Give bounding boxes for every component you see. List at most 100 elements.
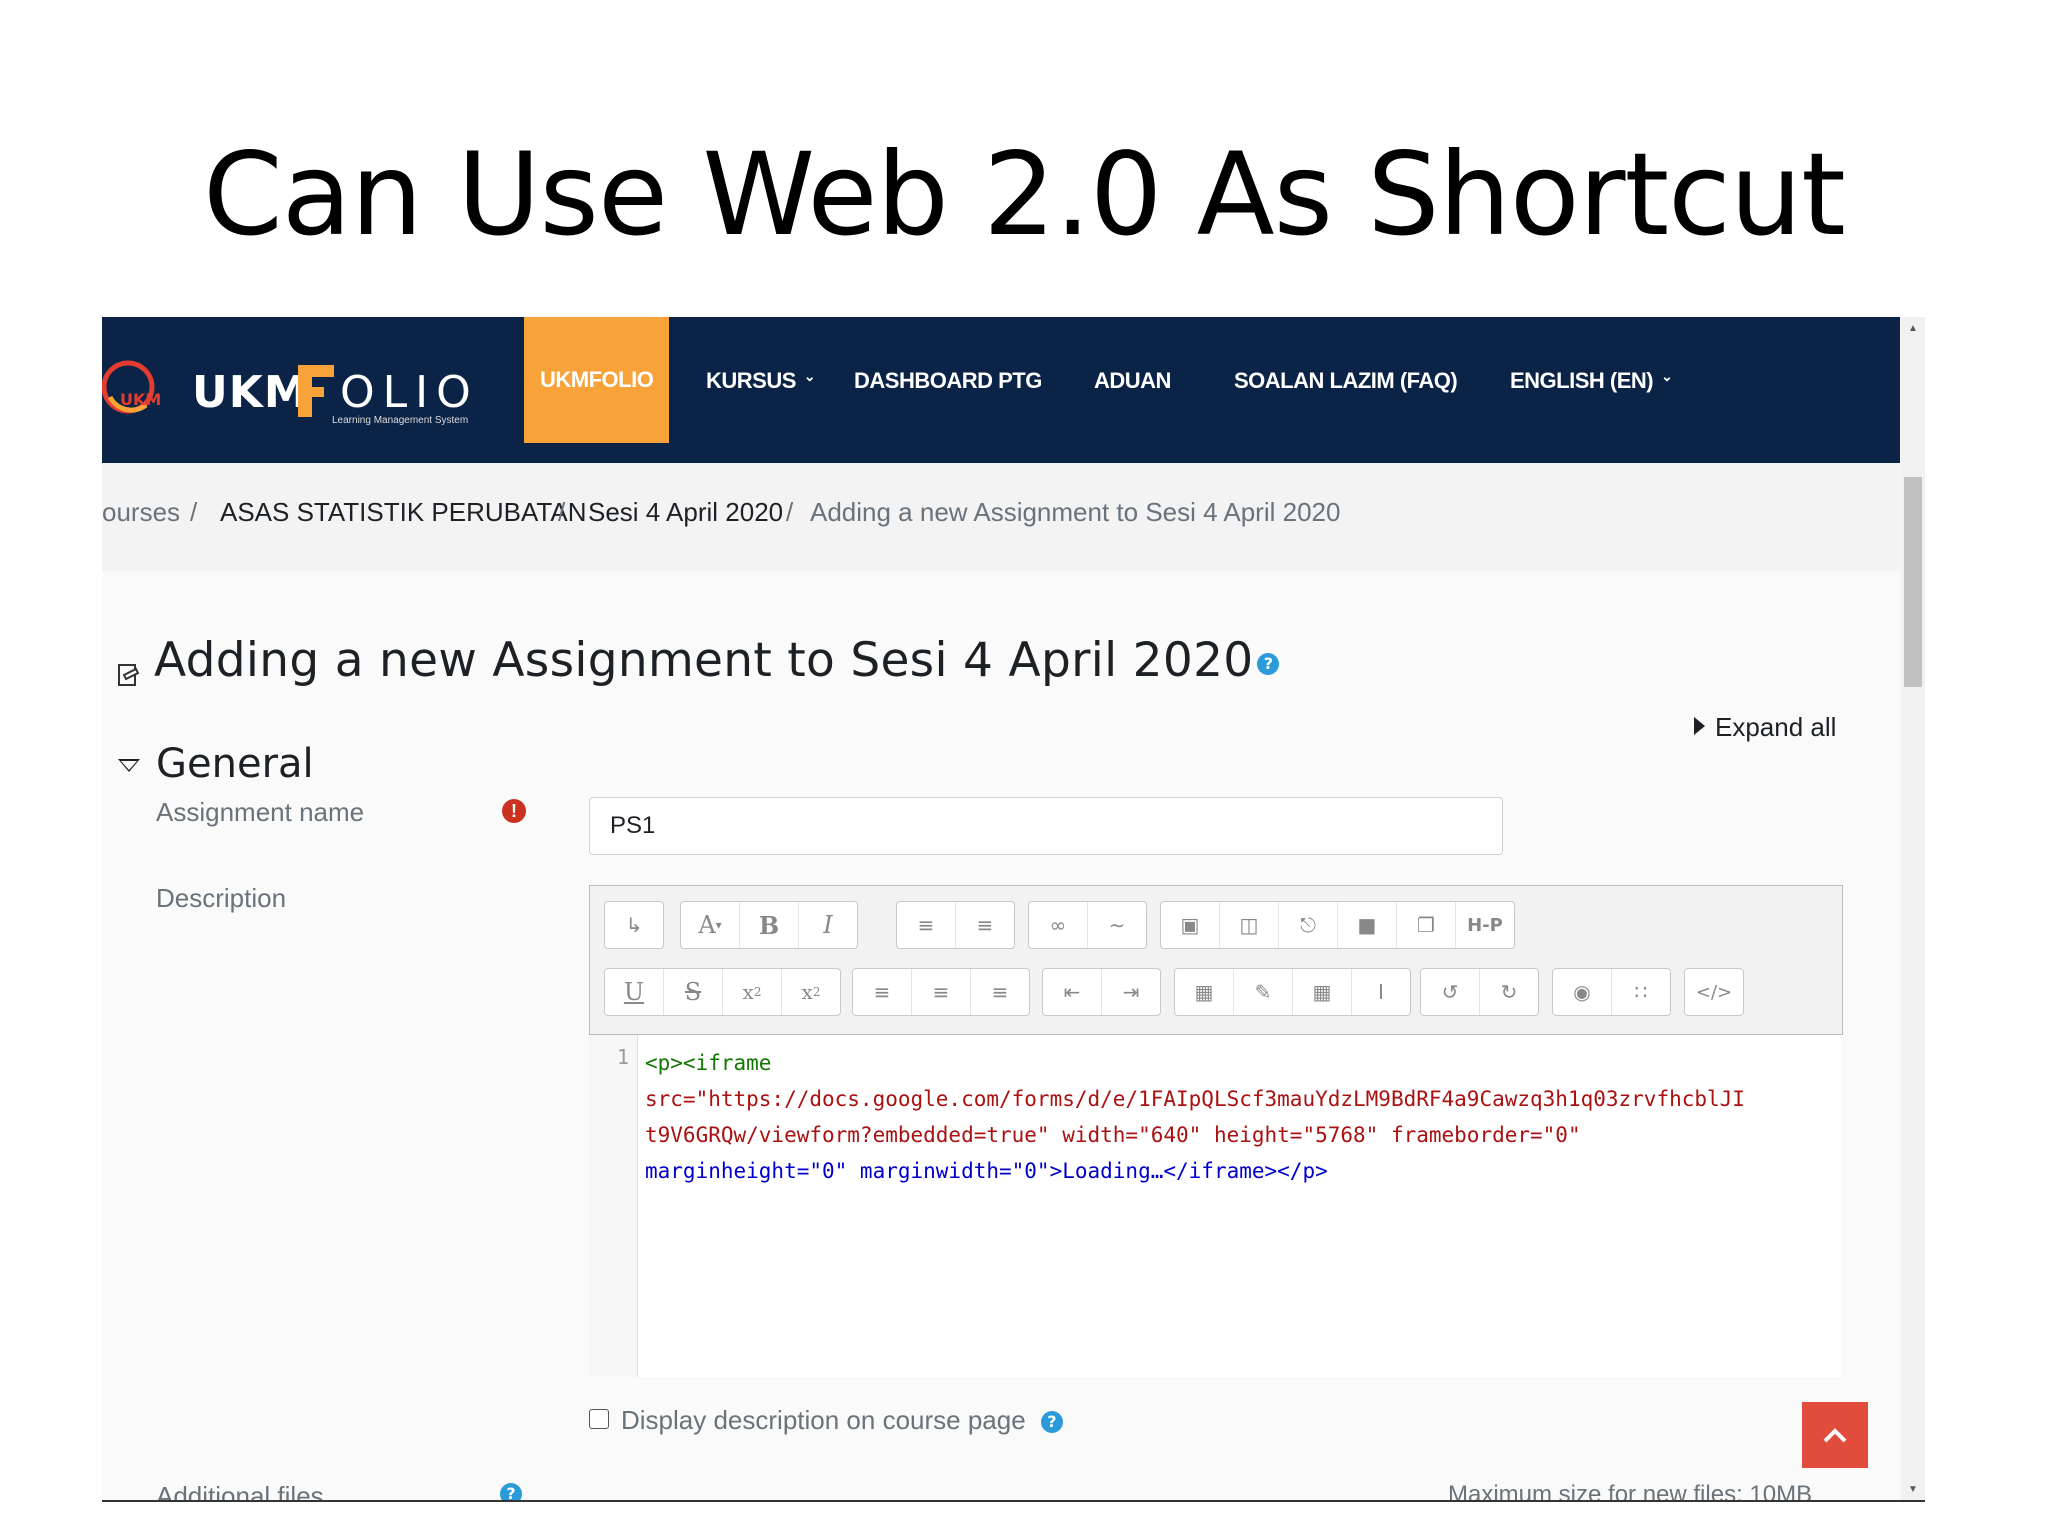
description-editor[interactable]: ↳ A ▾ B I ≡ ≡ ∞ ∼ ▣ ◫ ⎋ ■ ❐ H-P U S x 2 … bbox=[589, 885, 1843, 1377]
nav-dashboard-ptg-label: DASHBOARD PTG bbox=[854, 368, 1042, 393]
assignment-icon bbox=[118, 664, 140, 686]
scroll-thumb[interactable] bbox=[1904, 477, 1922, 687]
code-line: t9V6GRQw/viewform?embedded=true" width="… bbox=[645, 1123, 1581, 1147]
description-label: Description bbox=[156, 883, 287, 913]
breadcrumb-course[interactable]: ASAS STATISTIK PERUBATAN bbox=[220, 497, 586, 528]
code-line: marginheight="0" marginwidth="0">Loading… bbox=[645, 1159, 1328, 1183]
equation-icon[interactable]: ▦ bbox=[1175, 969, 1234, 1015]
image-icon[interactable]: ▣ bbox=[1161, 902, 1220, 948]
breadcrumb-separator: / bbox=[786, 497, 794, 527]
nav-language-label: ENGLISH (EN) bbox=[1510, 368, 1654, 393]
scroll-up-arrow-icon[interactable]: ▲ bbox=[1901, 317, 1925, 341]
assignment-name-input[interactable]: PS1 bbox=[589, 797, 1503, 855]
html-icon[interactable]: </> bbox=[1685, 969, 1743, 1015]
font-style-icon[interactable]: A ▾ bbox=[681, 902, 740, 948]
nav-aduan-label: ADUAN bbox=[1094, 368, 1171, 393]
toolbar-group: ◉ ∷ bbox=[1552, 968, 1671, 1016]
screenreader-icon[interactable]: ∷ bbox=[1612, 969, 1670, 1015]
breadcrumb: ourses / ASAS STATISTIK PERUBATAN / Sesi… bbox=[102, 463, 1900, 571]
page-title-text: Adding a new Assignment to Sesi 4 April … bbox=[154, 633, 1254, 688]
toolbar-group: ↳ bbox=[604, 901, 664, 949]
display-description-label: Display description on course page bbox=[621, 1405, 1026, 1435]
nav-dashboard-ptg[interactable]: DASHBOARD PTG bbox=[854, 317, 1042, 463]
breadcrumb-separator: / bbox=[558, 497, 566, 527]
undo-icon[interactable]: ↺ bbox=[1421, 969, 1480, 1015]
manage-files-icon[interactable]: ❐ bbox=[1397, 902, 1456, 948]
toolbar-group: ▦ ✎ ▦ I bbox=[1174, 968, 1411, 1016]
italic-icon[interactable]: I bbox=[799, 902, 857, 948]
expand-all-link[interactable]: Expand all bbox=[1694, 712, 1836, 743]
record-audio-icon[interactable]: ⎋ bbox=[1279, 902, 1338, 948]
toolbar-group: ⇤ ⇥ bbox=[1042, 968, 1161, 1016]
align-left-icon[interactable]: ≡ bbox=[853, 969, 912, 1015]
unlink-icon[interactable]: ∼ bbox=[1088, 902, 1146, 948]
nav-faq-label: SOALAN LAZIM (FAQ) bbox=[1234, 368, 1458, 393]
nav-ukmfolio-label: UKMFOLIO bbox=[540, 367, 654, 392]
additional-files-label: Additional files bbox=[156, 1481, 324, 1502]
redo-icon[interactable]: ↻ bbox=[1480, 969, 1538, 1015]
superscript-icon[interactable]: x2 bbox=[782, 969, 840, 1015]
toolbar-group: ≡ ≡ ≡ bbox=[852, 968, 1030, 1016]
code-line: src="https://docs.google.com/forms/d/e/1… bbox=[645, 1087, 1745, 1111]
html-code-area[interactable]: 1 <p><iframe src="https://docs.google.com… bbox=[589, 1035, 1841, 1377]
link-icon[interactable]: ∞ bbox=[1029, 902, 1088, 948]
caret-right-icon bbox=[1694, 717, 1705, 736]
toolbar-group: U S x2 x2 bbox=[604, 968, 841, 1016]
toolbar-group: </> bbox=[1684, 968, 1744, 1016]
align-right-icon[interactable]: ≡ bbox=[971, 969, 1029, 1015]
collapse-icon[interactable]: ↳ bbox=[605, 902, 663, 948]
table-icon[interactable]: ▦ bbox=[1293, 969, 1352, 1015]
nav-language[interactable]: ENGLISH (EN) ⌄ bbox=[1510, 317, 1673, 463]
logo-subtitle: Learning Management System bbox=[332, 415, 469, 426]
nav-ukmfolio[interactable]: UKMFOLIO bbox=[524, 317, 670, 443]
toolbar-group: ≡ ≡ bbox=[896, 901, 1015, 949]
clear-format-icon[interactable]: I bbox=[1352, 969, 1410, 1015]
toolbar-group: ↺ ↻ bbox=[1420, 968, 1539, 1016]
chevron-up-icon bbox=[1823, 1428, 1847, 1443]
top-navbar: UKM UKM OLIO Learning Management System … bbox=[102, 317, 1900, 463]
numbered-list-icon[interactable]: ≡ bbox=[956, 902, 1014, 948]
breadcrumb-courses[interactable]: ourses bbox=[102, 497, 180, 528]
page-scrollbar[interactable]: ▲ ▼ bbox=[1901, 317, 1925, 1502]
back-to-top-button[interactable] bbox=[1802, 1402, 1868, 1468]
nav-aduan[interactable]: ADUAN bbox=[1094, 317, 1171, 463]
strikethrough-icon[interactable]: S bbox=[664, 969, 723, 1015]
nav-kursus-label: KURSUS bbox=[706, 368, 796, 393]
indent-icon[interactable]: ⇥ bbox=[1102, 969, 1160, 1015]
help-icon[interactable]: ? bbox=[1040, 1411, 1063, 1434]
editor-toolbar: ↳ A ▾ B I ≡ ≡ ∞ ∼ ▣ ◫ ⎋ ■ ❐ H-P U S x 2 … bbox=[589, 885, 1843, 1035]
breadcrumb-section[interactable]: Sesi 4 April 2020 bbox=[588, 497, 783, 528]
help-icon[interactable]: ? bbox=[1257, 652, 1280, 675]
code-text[interactable]: <p><iframe src="https://docs.google.com/f… bbox=[645, 1045, 1835, 1189]
toolbar-group: A ▾ B I bbox=[680, 901, 858, 949]
breadcrumb-current: Adding a new Assignment to Sesi 4 April … bbox=[810, 497, 1341, 527]
max-size-text: Maximum size for new files: 10MB bbox=[1448, 1481, 1813, 1502]
align-center-icon[interactable]: ≡ bbox=[912, 969, 971, 1015]
code-line: <p><iframe bbox=[645, 1051, 772, 1075]
underline-icon[interactable]: U bbox=[605, 969, 664, 1015]
expand-all-label: Expand all bbox=[1715, 712, 1837, 742]
nav-kursus[interactable]: KURSUS ⌄ bbox=[706, 317, 816, 463]
logo-ukm-text: UKM bbox=[192, 367, 309, 418]
accessibility-icon[interactable]: ◉ bbox=[1553, 969, 1612, 1015]
section-general-title[interactable]: General bbox=[156, 741, 314, 787]
toolbar-group: ∞ ∼ bbox=[1028, 901, 1147, 949]
line-number: 1 bbox=[616, 1045, 629, 1069]
bullet-list-icon[interactable]: ≡ bbox=[897, 902, 956, 948]
record-video-icon[interactable]: ■ bbox=[1338, 902, 1397, 948]
ukmfolio-logo[interactable]: UKM UKM OLIO Learning Management System bbox=[102, 357, 502, 427]
special-char-icon[interactable]: ✎ bbox=[1234, 969, 1293, 1015]
subscript-icon[interactable]: x2 bbox=[723, 969, 782, 1015]
display-description-checkbox[interactable] bbox=[589, 1409, 609, 1430]
svg-text:UKM: UKM bbox=[120, 390, 161, 409]
display-description-option[interactable]: Display description on course page ? bbox=[589, 1405, 1063, 1436]
collapse-caret-inner bbox=[121, 761, 137, 770]
outdent-icon[interactable]: ⇤ bbox=[1043, 969, 1102, 1015]
h5p-icon[interactable]: H-P bbox=[1456, 902, 1514, 948]
chevron-down-icon: ⌄ bbox=[803, 368, 816, 384]
scroll-down-arrow-icon[interactable]: ▼ bbox=[1901, 1478, 1925, 1502]
media-icon[interactable]: ◫ bbox=[1220, 902, 1279, 948]
nav-faq[interactable]: SOALAN LAZIM (FAQ) bbox=[1234, 317, 1458, 463]
bold-icon[interactable]: B bbox=[740, 902, 799, 948]
required-icon: ! bbox=[502, 799, 526, 823]
